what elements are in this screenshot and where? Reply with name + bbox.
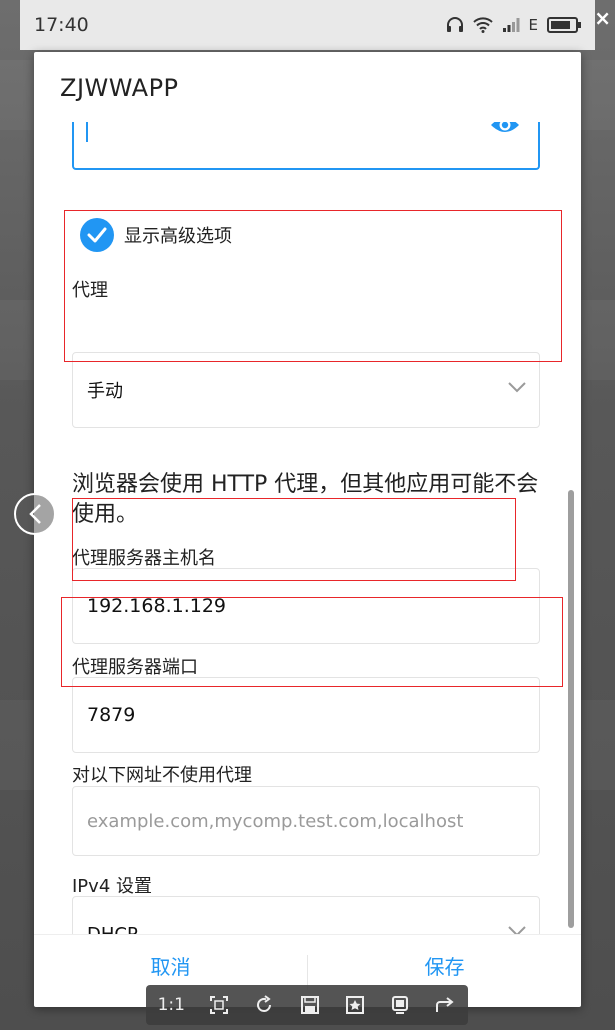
scrollbar[interactable] <box>568 490 574 928</box>
bypass-input[interactable]: example.com,mycomp.test.com,localhost <box>72 786 540 856</box>
ipv4-selected-value: DHCP <box>87 923 138 935</box>
chevron-down-icon <box>508 926 526 934</box>
proxy-port-value: 7879 <box>87 704 136 726</box>
proxy-port-input[interactable]: 7879 <box>72 677 540 753</box>
battery-icon <box>547 17 581 33</box>
fullscreen-icon[interactable] <box>389 994 411 1016</box>
close-overlay-button[interactable]: × <box>594 6 611 30</box>
ipv4-dropdown[interactable]: DHCP <box>72 896 540 934</box>
checkmark-icon <box>80 218 114 252</box>
chevron-left-icon <box>29 504 41 524</box>
signal-icon <box>502 18 520 32</box>
save-icon[interactable] <box>299 994 321 1016</box>
proxy-label: 代理 <box>72 280 108 301</box>
ipv4-label: IPv4 设置 <box>72 876 152 897</box>
bypass-label: 对以下网址不使用代理 <box>72 765 252 786</box>
fit-screen-icon[interactable] <box>208 994 230 1016</box>
proxy-host-label: 代理服务器主机名 <box>72 548 216 569</box>
proxy-dropdown[interactable]: 手动 <box>72 352 540 428</box>
image-viewer-toolbar: 1:1 <box>146 985 468 1025</box>
proxy-host-input[interactable]: 192.168.1.129 <box>72 568 540 644</box>
text-cursor <box>86 122 88 142</box>
proxy-port-label: 代理服务器端口 <box>72 657 198 678</box>
share-icon[interactable] <box>434 994 456 1016</box>
proxy-settings-dialog: ZJWWAPP 显示高级选项 代理 手动 浏览器会使用 HTTP 代理，但其他应… <box>34 52 581 1007</box>
status-bar: 17:40 E <box>20 0 595 50</box>
zoom-level-button[interactable]: 1:1 <box>158 995 185 1015</box>
status-time: 17:40 <box>34 14 89 36</box>
password-field[interactable] <box>72 122 540 170</box>
proxy-host-value: 192.168.1.129 <box>87 595 227 617</box>
proxy-selected-value: 手动 <box>87 381 123 402</box>
previous-image-button[interactable] <box>14 493 56 535</box>
dialog-content: 显示高级选项 代理 手动 浏览器会使用 HTTP 代理，但其他应用可能不会使用。… <box>34 122 581 934</box>
wifi-icon <box>472 17 493 33</box>
status-icons: E <box>446 16 581 34</box>
dialog-title: ZJWWAPP <box>60 74 179 102</box>
bookmark-icon[interactable] <box>344 994 366 1016</box>
show-password-eye-icon[interactable] <box>490 122 520 136</box>
bypass-placeholder: example.com,mycomp.test.com,localhost <box>87 810 464 832</box>
advanced-options-label: 显示高级选项 <box>124 226 232 247</box>
advanced-options-checkbox[interactable]: 显示高级选项 <box>80 218 232 252</box>
network-type: E <box>528 16 538 34</box>
rotate-icon[interactable] <box>253 994 275 1016</box>
chevron-down-icon <box>508 382 526 393</box>
headphones-icon <box>446 17 463 32</box>
proxy-info-text: 浏览器会使用 HTTP 代理，但其他应用可能不会使用。 <box>72 472 539 527</box>
